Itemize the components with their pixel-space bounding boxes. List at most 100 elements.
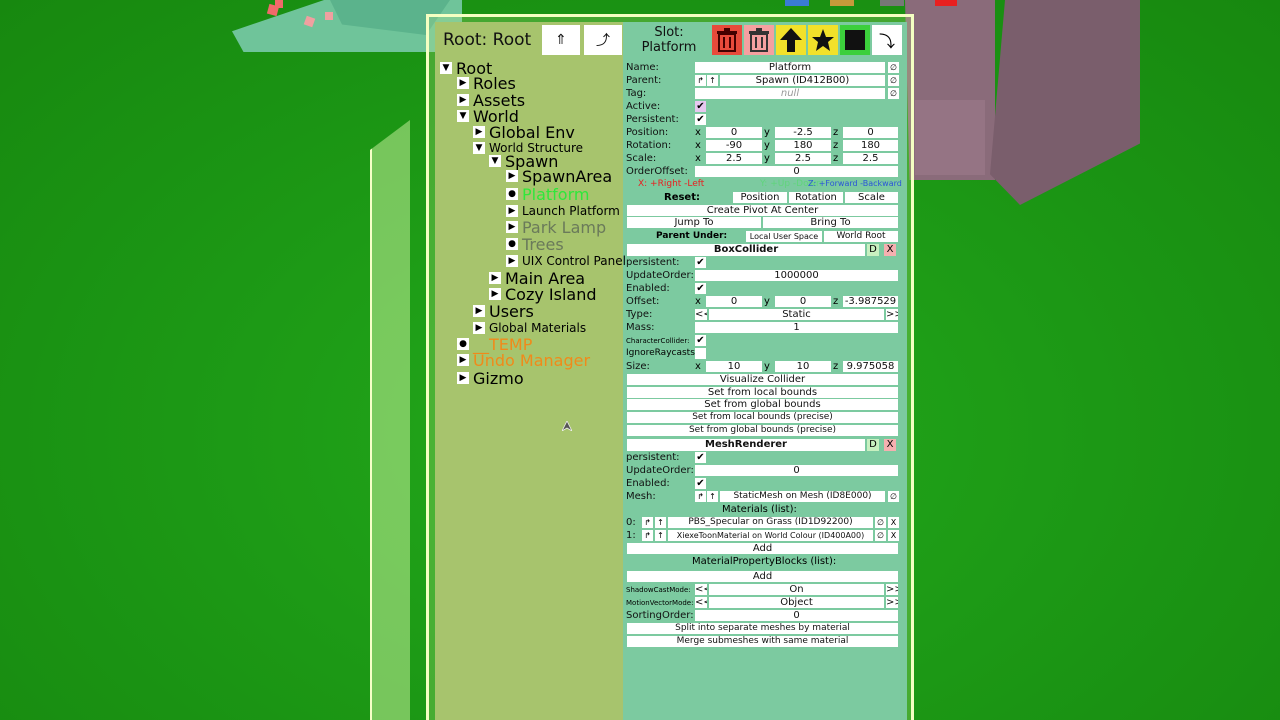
bring-to-button[interactable]: Bring To [763,217,898,228]
tree-node-trees[interactable]: ● Trees [506,235,564,254]
create-pivot-button[interactable]: Create Pivot At Center [627,205,898,216]
name-field[interactable]: Platform [695,62,885,73]
position-y-field[interactable]: -2.5 [775,127,831,138]
size-x-field[interactable]: 10 [706,361,762,372]
collapsed-icon[interactable]: ▶ [489,272,501,284]
remove-material-button[interactable]: X [888,517,899,528]
set-local-bounds-precise-button[interactable]: Set from local bounds (precise) [627,412,898,423]
motion-next-button[interactable]: >> [886,597,898,608]
parent-up-icon[interactable]: ↑ [707,75,718,86]
tree-node-users[interactable]: ▶ Users [473,302,534,321]
collapsed-icon[interactable]: ▶ [506,221,518,233]
set-root-button[interactable]: ⤴ [584,25,622,55]
tree-node-platform[interactable]: ● Platform [506,185,589,204]
material-up-icon[interactable]: ↑ [655,530,666,541]
reset-scale-button[interactable]: Scale [845,192,898,203]
remove-component-button[interactable]: X [884,244,896,256]
type-prev-button[interactable]: << [695,309,707,320]
destroy-preserve-icon[interactable] [744,25,774,55]
favorite-star-icon[interactable] [808,25,838,55]
tree-node-park-lamp[interactable]: ▶ Park Lamp [506,218,606,237]
collapsed-icon[interactable]: ▶ [506,255,518,267]
reset-rotation-button[interactable]: Rotation [789,192,843,203]
tree-node-global-env[interactable]: ▶ Global Env [473,123,575,142]
collapsed-icon[interactable]: ▶ [473,305,485,317]
rotation-z-field[interactable]: 180 [843,140,898,151]
set-global-bounds-button[interactable]: Set from global bounds [627,399,898,410]
persistent-checkbox[interactable]: ✔ [695,257,706,268]
motion-prev-button[interactable]: << [695,597,707,608]
persistent-checkbox[interactable]: ✔ [695,114,706,125]
null-icon[interactable]: ∅ [875,517,886,528]
scale-y-field[interactable]: 2.5 [775,153,831,164]
null-icon[interactable]: ∅ [875,530,886,541]
collapsed-icon[interactable]: ▶ [506,170,518,182]
tag-field[interactable]: null [695,88,885,99]
destroy-icon[interactable] [712,25,742,55]
rotation-x-field[interactable]: -90 [706,140,762,151]
material-0-field[interactable]: PBS_Specular on Grass (ID1D92200) [668,517,873,528]
add-material-button[interactable]: Add [627,543,898,554]
position-x-field[interactable]: 0 [706,127,762,138]
duplicate-component-button[interactable]: D [867,439,879,451]
tree-node-roles[interactable]: ▶ Roles [457,74,516,93]
update-order-field[interactable]: 1000000 [695,270,898,281]
expanded-icon[interactable]: ▼ [489,155,501,167]
scale-x-field[interactable]: 2.5 [706,153,762,164]
collapsed-icon[interactable]: ▶ [457,77,469,89]
null-icon[interactable]: ∅ [888,62,899,73]
collapsed-icon[interactable]: ▶ [457,372,469,384]
null-icon[interactable]: ∅ [888,75,899,86]
sorting-order-field[interactable]: 0 [695,610,898,621]
material-1-field[interactable]: XiexeToonMaterial on World Colour (ID400… [668,530,873,541]
mass-field[interactable]: 1 [695,322,898,333]
size-z-field[interactable]: 9.975058 [843,361,898,372]
orderoffset-field[interactable]: 0 [695,166,898,177]
collapsed-icon[interactable]: ▶ [506,205,518,217]
size-y-field[interactable]: 10 [775,361,831,372]
position-z-field[interactable]: 0 [843,127,898,138]
collapsed-icon[interactable]: ▶ [457,94,469,106]
shadow-cast-mode-field[interactable]: On [709,584,884,595]
tree-node-uix-control-panel[interactable]: ▶ UIX Control Panel [506,253,626,269]
material-up-icon[interactable]: ↑ [655,517,666,528]
jump-to-button[interactable]: Jump To [627,217,761,228]
persistent-checkbox[interactable]: ✔ [695,452,706,463]
collapsed-icon[interactable]: ▶ [473,126,485,138]
expanded-icon[interactable]: ▼ [473,142,485,154]
update-order-field[interactable]: 0 [695,465,898,476]
mesh-up-icon[interactable]: ↑ [707,491,718,502]
expanded-icon[interactable]: ▼ [440,62,452,74]
world-root-button[interactable]: World Root [824,231,898,242]
enabled-checkbox[interactable]: ✔ [695,478,706,489]
offset-y-field[interactable]: 0 [775,296,831,307]
ignore-raycasts-checkbox[interactable] [695,348,706,359]
jump-to-material-icon[interactable]: ↱ [642,530,653,541]
type-next-button[interactable]: >> [886,309,898,320]
local-user-space-button[interactable]: Local User Space [746,231,822,242]
rotation-y-field[interactable]: 180 [775,140,831,151]
jump-to-material-icon[interactable]: ↱ [642,517,653,528]
visualize-collider-button[interactable]: Visualize Collider [627,374,898,385]
set-global-bounds-precise-button[interactable]: Set from global bounds (precise) [627,425,898,436]
remove-material-button[interactable]: X [888,530,899,541]
shadow-next-button[interactable]: >> [886,584,898,595]
reset-position-button[interactable]: Position [733,192,787,203]
expanded-icon[interactable]: ▼ [457,110,469,122]
tree-node-cozy-island[interactable]: ▶ Cozy Island [489,285,597,304]
split-meshes-button[interactable]: Split into separate meshes by material [627,623,898,634]
enabled-checkbox[interactable]: ✔ [695,283,706,294]
insert-parent-icon[interactable] [776,25,806,55]
jump-to-mesh-icon[interactable]: ↱ [695,491,706,502]
set-local-bounds-button[interactable]: Set from local bounds [627,387,898,398]
offset-z-field[interactable]: -3.987529 [843,296,898,307]
scale-z-field[interactable]: 2.5 [843,153,898,164]
type-field[interactable]: Static [709,309,884,320]
create-child-icon[interactable] [840,25,870,55]
character-collider-checkbox[interactable]: ✔ [695,335,706,346]
root-up-button[interactable]: ⇑ [542,25,580,55]
remove-component-button[interactable]: X [884,439,896,451]
close-inspector-icon[interactable]: ⤵ [872,25,902,55]
add-property-block-button[interactable]: Add [627,571,898,582]
collapsed-icon[interactable]: ▶ [489,288,501,300]
